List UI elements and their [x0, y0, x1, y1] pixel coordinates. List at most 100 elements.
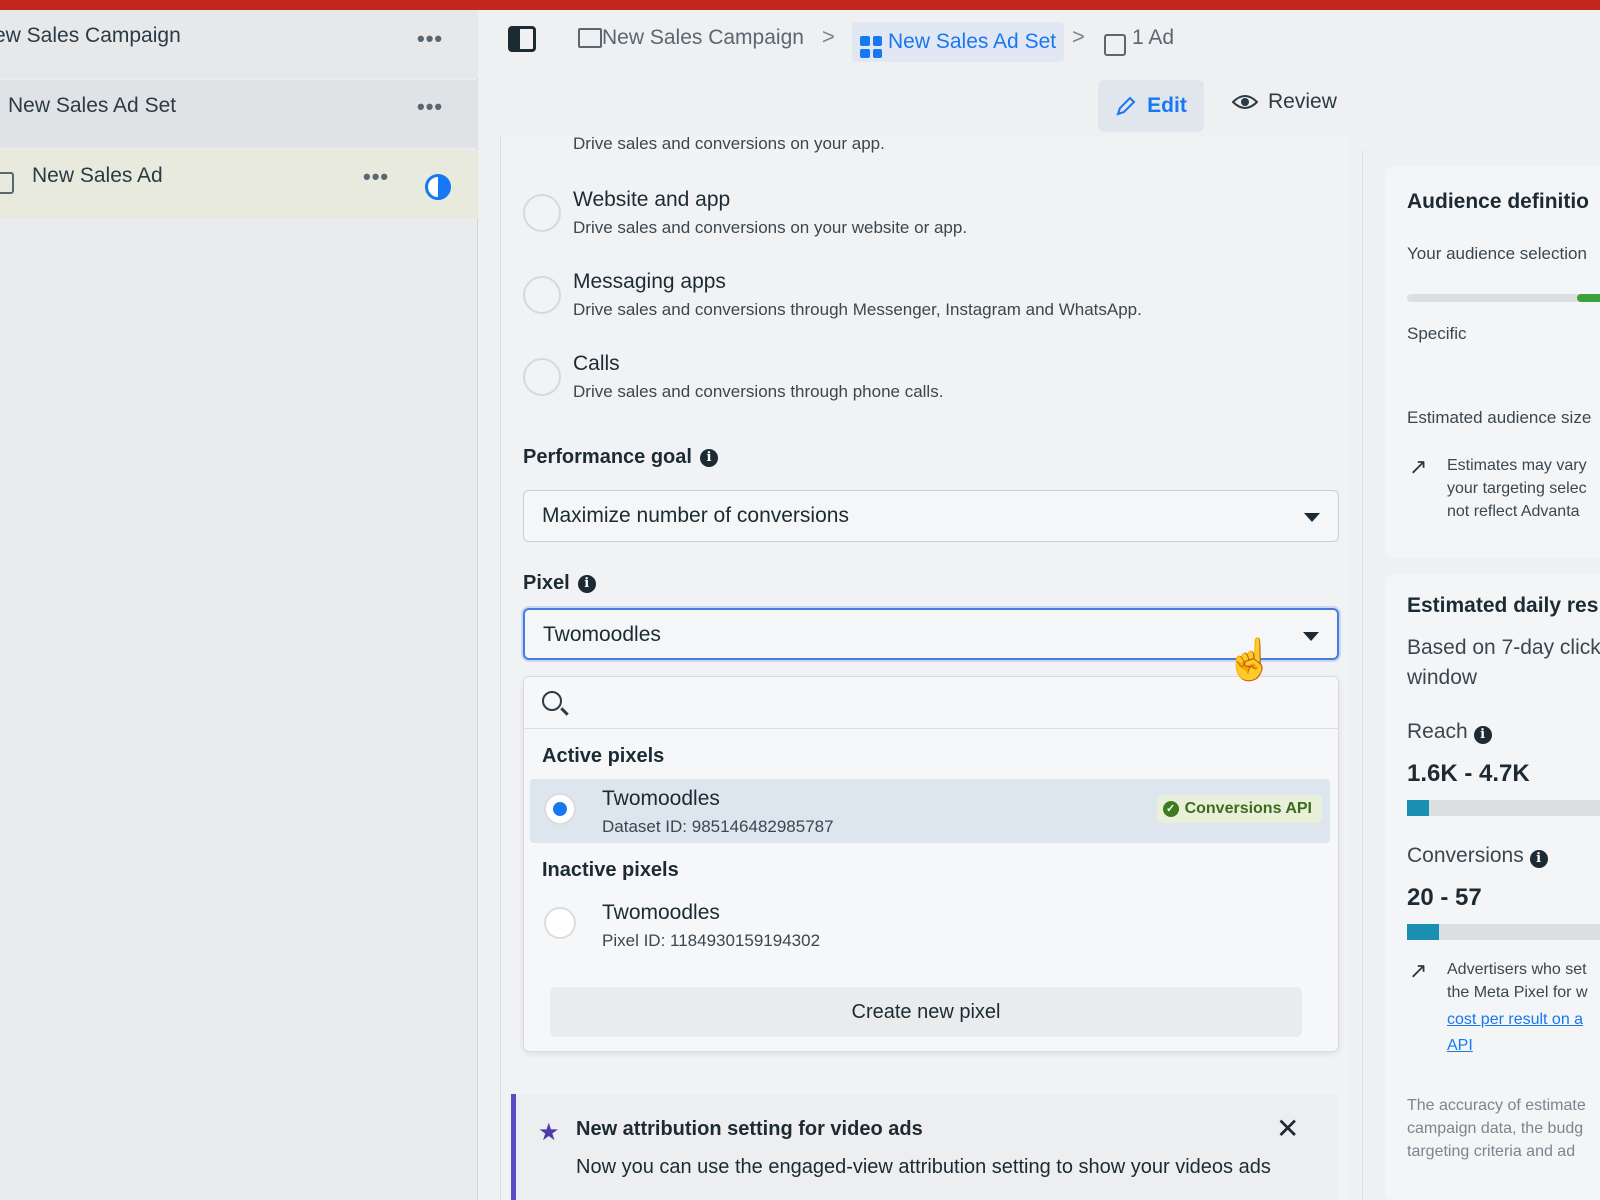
pixel-id: Pixel ID: 1184930159194302 [602, 931, 821, 950]
performance-goal-label: Performance goal i [523, 446, 718, 469]
pixel-option-active[interactable]: Twomoodles Dataset ID: 985146482985787 ✓… [530, 779, 1330, 843]
advertisers-note-line: Advertisers who set [1447, 961, 1587, 978]
folder-icon [578, 28, 602, 48]
pixel-value: Twomoodles [543, 623, 661, 646]
radio-button-selected[interactable] [544, 793, 576, 825]
active-pixels-heading: Active pixels [542, 745, 665, 767]
pixel-name: Twomoodles [602, 901, 720, 924]
breadcrumb: New Sales Campaign > New Sales Ad Set > … [480, 10, 1600, 80]
edit-mode-button[interactable]: Edit [1098, 80, 1204, 132]
pixel-search-row [524, 677, 1338, 729]
breadcrumb-campaign[interactable]: New Sales Campaign [602, 26, 804, 50]
conversions-api-label: Conversions API [1184, 800, 1312, 817]
hand-pointer-cursor-icon: ☝ [1225, 638, 1275, 682]
info-icon[interactable]: i [1473, 726, 1492, 744]
caret-down-icon [1303, 632, 1319, 641]
notice-text: Now you can use the engaged-view attribu… [576, 1156, 1271, 1178]
more-options-icon[interactable]: ••• [417, 26, 443, 52]
cost-per-result-link[interactable]: cost per result on a [1447, 1008, 1583, 1031]
notice-title: New attribution setting for video ads [576, 1118, 923, 1140]
more-options-icon[interactable]: ••• [363, 164, 389, 190]
create-new-pixel-button[interactable]: Create new pixel [550, 987, 1302, 1037]
in-progress-status-icon [425, 174, 451, 200]
option-description: Drive sales and conversions through phon… [573, 382, 944, 401]
sidebar-item-adset[interactable]: New Sales Ad Set ••• [0, 80, 478, 148]
campaign-tree-sidebar: ew Sales Campaign ••• New Sales Ad Set •… [0, 10, 478, 1200]
star-icon: ★ [538, 1119, 560, 1146]
caret-down-icon [1304, 513, 1320, 522]
option-description: Drive sales and conversions on your webs… [573, 218, 968, 237]
audience-selection-text: Your audience selection [1407, 244, 1587, 263]
results-title: Estimated daily res [1407, 594, 1599, 617]
breadcrumb-ad[interactable]: 1 Ad [1132, 26, 1174, 50]
sidebar-item-campaign[interactable]: ew Sales Campaign ••• [0, 10, 478, 78]
audience-note-line: not reflect Advanta [1447, 503, 1580, 520]
audience-note-line: your targeting selec [1447, 480, 1587, 497]
radio-button[interactable] [544, 907, 576, 939]
radio-button[interactable] [523, 358, 561, 396]
check-circle-icon: ✓ [1162, 801, 1179, 817]
radio-button[interactable] [523, 194, 561, 232]
info-icon[interactable]: i [577, 574, 596, 593]
option-description: Drive sales and conversions through Mess… [573, 300, 1142, 319]
chevron-right-icon: > [822, 24, 835, 49]
audience-breadth-meter [1407, 294, 1600, 302]
reach-range-bar [1407, 800, 1600, 816]
option-title: Website and app [573, 188, 731, 211]
sidebar-ad-label: New Sales Ad [32, 164, 163, 187]
toggle-panel-icon[interactable] [508, 26, 536, 52]
search-icon [542, 691, 562, 711]
info-icon[interactable]: i [1529, 850, 1548, 868]
performance-goal-value: Maximize number of conversions [542, 504, 849, 527]
conversions-api-badge: ✓ Conversions API [1156, 795, 1322, 823]
review-label: Review [1268, 90, 1337, 113]
right-summary-panel: Audience definitio Your audience selecti… [1362, 150, 1600, 1200]
performance-goal-label-text: Performance goal [523, 446, 692, 468]
sidebar-campaign-label: ew Sales Campaign [0, 24, 181, 47]
pixel-select[interactable]: Twomoodles [523, 608, 1339, 660]
estimated-daily-results-card: Estimated daily res Based on 7-day click… [1385, 574, 1600, 1200]
more-options-icon[interactable]: ••• [417, 94, 443, 120]
close-icon[interactable]: ✕ [1276, 1112, 1299, 1145]
chevron-right-icon: > [1072, 24, 1085, 49]
breadcrumb-adset[interactable]: New Sales Ad Set [852, 22, 1065, 62]
browser-top-strip [0, 0, 1600, 10]
api-link[interactable]: API [1447, 1034, 1473, 1057]
pixel-search-input[interactable] [580, 687, 1320, 719]
pencil-icon [1116, 96, 1136, 116]
advertisers-note-line: the Meta Pixel for w [1447, 984, 1588, 1001]
option-description: Drive sales and conversions on your app. [573, 134, 885, 153]
edit-label: Edit [1147, 94, 1187, 117]
ad-set-form: Drive sales and conversions on your app.… [500, 134, 1350, 1200]
results-basis-line: window [1407, 666, 1478, 689]
info-icon[interactable]: i [699, 448, 718, 467]
radio-button[interactable] [523, 276, 561, 314]
estimated-audience-size-label: Estimated audience size [1407, 408, 1592, 427]
review-mode-button[interactable]: Review [1232, 90, 1337, 114]
dataset-id: Dataset ID: 985146482985787 [602, 817, 834, 836]
eye-icon [1232, 95, 1258, 109]
ad-icon [1104, 34, 1126, 56]
trend-icon: ↗ [1409, 958, 1428, 983]
pixel-name: Twomoodles [602, 787, 720, 810]
sidebar-item-ad[interactable]: New Sales Ad ••• [0, 150, 478, 218]
audience-definition-card: Audience definitio Your audience selecti… [1385, 166, 1600, 558]
conversions-range-bar [1407, 924, 1600, 940]
attribution-notice: ★ New attribution setting for video ads … [511, 1094, 1337, 1200]
performance-goal-select[interactable]: Maximize number of conversions [523, 490, 1339, 542]
audience-specific-label: Specific [1407, 324, 1467, 343]
accuracy-note-line: campaign data, the budg [1407, 1120, 1584, 1137]
accuracy-note-line: targeting criteria and ad [1407, 1143, 1576, 1160]
option-title: Calls [573, 352, 620, 375]
ad-set-grid-icon [860, 36, 882, 58]
pixel-dropdown-menu: Active pixels Twomoodles Dataset ID: 985… [523, 676, 1339, 1052]
accuracy-note-line: The accuracy of estimate [1407, 1097, 1586, 1114]
reach-value: 1.6K - 4.7K [1407, 760, 1530, 787]
pixel-label-text: Pixel [523, 572, 570, 594]
reach-label: Reach i [1407, 720, 1492, 744]
option-title: Messaging apps [573, 270, 726, 293]
conversions-value: 20 - 57 [1407, 884, 1482, 911]
ad-document-icon [0, 172, 14, 194]
pixel-option-inactive[interactable]: Twomoodles Pixel ID: 1184930159194302 [530, 893, 1330, 957]
trend-icon: ↗ [1409, 454, 1428, 479]
